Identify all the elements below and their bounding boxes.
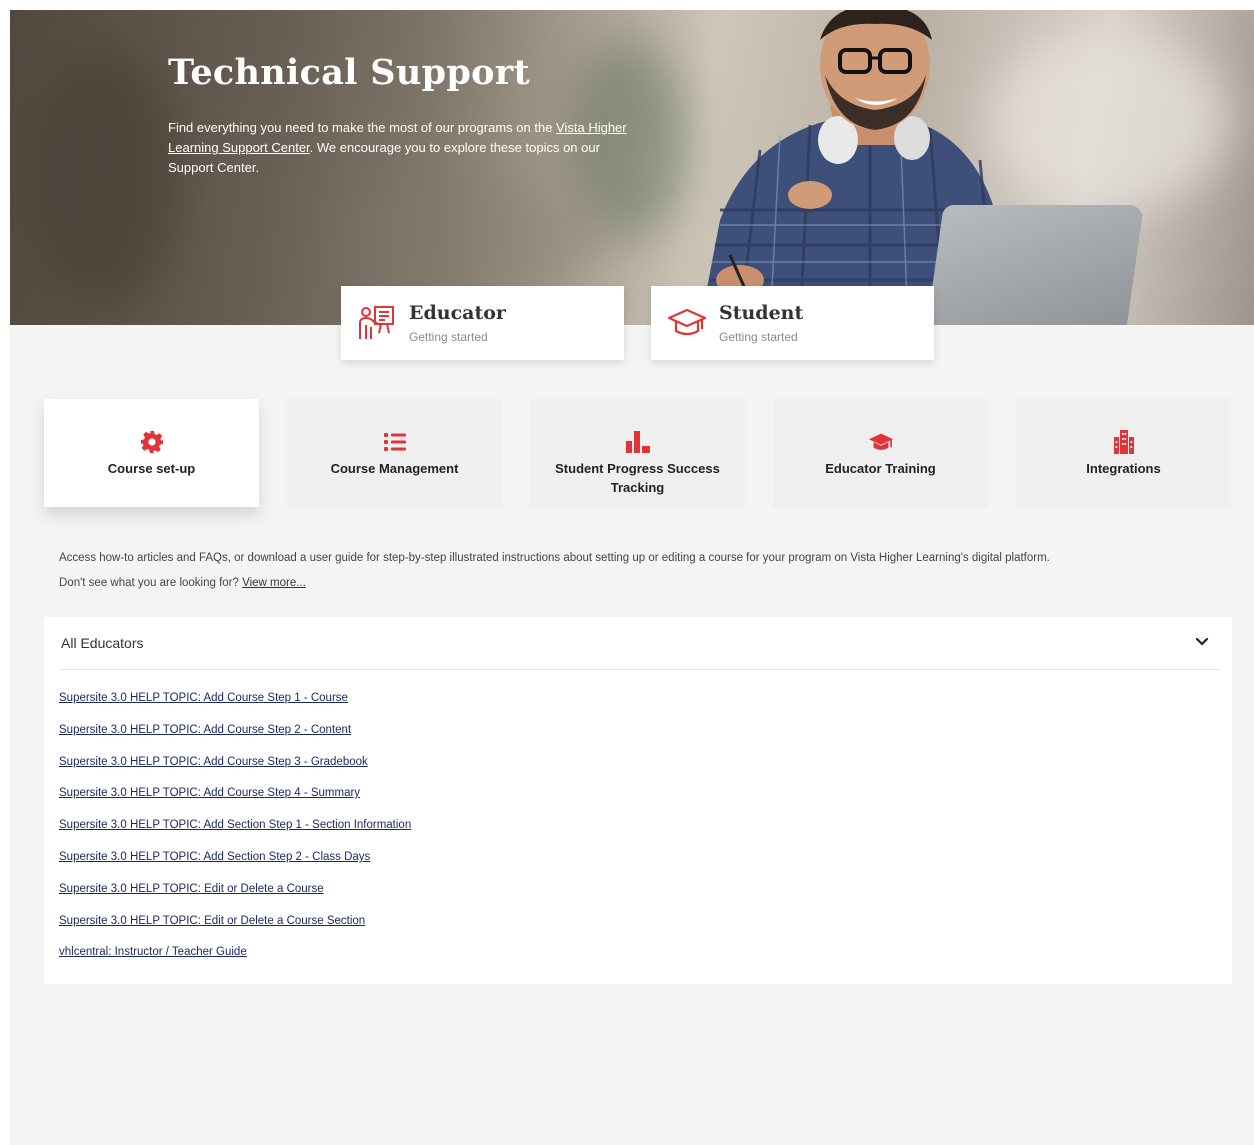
help-topic-links: Supersite 3.0 HELP TOPIC: Add Course Ste… bbox=[59, 690, 411, 976]
help-topic-link[interactable]: Supersite 3.0 HELP TOPIC: Add Course Ste… bbox=[59, 785, 411, 817]
tile-label: Course Management bbox=[330, 461, 459, 476]
tile-label: Course set-up bbox=[107, 461, 196, 476]
student-card[interactable]: Student Getting started bbox=[651, 286, 934, 360]
page-title: Technical Support bbox=[168, 52, 530, 93]
tile-label: Student Progress Success Tracking bbox=[555, 461, 720, 495]
hero-description: Find everything you need to make the mos… bbox=[168, 120, 627, 175]
view-more-link[interactable]: View more... bbox=[242, 577, 306, 589]
graduation-cap-icon bbox=[868, 429, 894, 455]
graduation-cap-icon bbox=[667, 303, 707, 343]
help-topic-link[interactable]: Supersite 3.0 HELP TOPIC: Edit or Delete… bbox=[59, 913, 411, 945]
tile-label: Integrations bbox=[1086, 461, 1161, 476]
educator-card[interactable]: Educator Getting started bbox=[341, 286, 624, 360]
accordion-header[interactable]: All Educators bbox=[61, 617, 1219, 670]
chevron-down-icon[interactable] bbox=[1195, 634, 1209, 652]
all-educators-panel: All Educators Supersite 3.0 HELP TOPIC: … bbox=[44, 617, 1232, 984]
student-card-subtitle: Getting started bbox=[719, 330, 798, 344]
help-topic-link[interactable]: vhlcentral: Instructor / Teacher Guide bbox=[59, 944, 411, 976]
category-tiles: Course set-up Course Management Student … bbox=[44, 399, 1232, 507]
tile-educator-training[interactable]: Educator Training bbox=[773, 399, 988, 507]
tile-student-progress[interactable]: Student Progress Success Tracking bbox=[530, 399, 745, 507]
bar-chart-icon bbox=[625, 429, 651, 455]
teacher-board-icon bbox=[357, 303, 397, 343]
tile-course-management[interactable]: Course Management bbox=[287, 399, 502, 507]
help-topic-link[interactable]: Supersite 3.0 HELP TOPIC: Add Section St… bbox=[59, 849, 411, 881]
page: Technical Support Find everything you ne… bbox=[10, 10, 1254, 1145]
help-topic-link[interactable]: Supersite 3.0 HELP TOPIC: Add Course Ste… bbox=[59, 690, 411, 722]
tile-integrations[interactable]: Integrations bbox=[1016, 399, 1231, 507]
intro-text: Access how-to articles and FAQs, or down… bbox=[59, 552, 1050, 589]
help-topic-link[interactable]: Supersite 3.0 HELP TOPIC: Add Course Ste… bbox=[59, 754, 411, 786]
hero-photo-laptop bbox=[926, 205, 1144, 325]
help-topic-link[interactable]: Supersite 3.0 HELP TOPIC: Edit or Delete… bbox=[59, 881, 411, 913]
list-icon bbox=[382, 429, 408, 455]
gear-icon bbox=[139, 429, 165, 455]
educator-card-title: Educator bbox=[409, 302, 506, 324]
accordion-title: All Educators bbox=[61, 635, 144, 651]
student-card-title: Student bbox=[719, 302, 804, 324]
help-topic-link[interactable]: Supersite 3.0 HELP TOPIC: Add Course Ste… bbox=[59, 722, 411, 754]
tile-label: Educator Training bbox=[825, 461, 936, 476]
educator-card-subtitle: Getting started bbox=[409, 330, 488, 344]
tile-course-setup[interactable]: Course set-up bbox=[44, 399, 259, 507]
building-icon bbox=[1111, 429, 1137, 455]
hero-banner: Technical Support Find everything you ne… bbox=[10, 10, 1254, 325]
help-topic-link[interactable]: Supersite 3.0 HELP TOPIC: Add Section St… bbox=[59, 817, 411, 849]
